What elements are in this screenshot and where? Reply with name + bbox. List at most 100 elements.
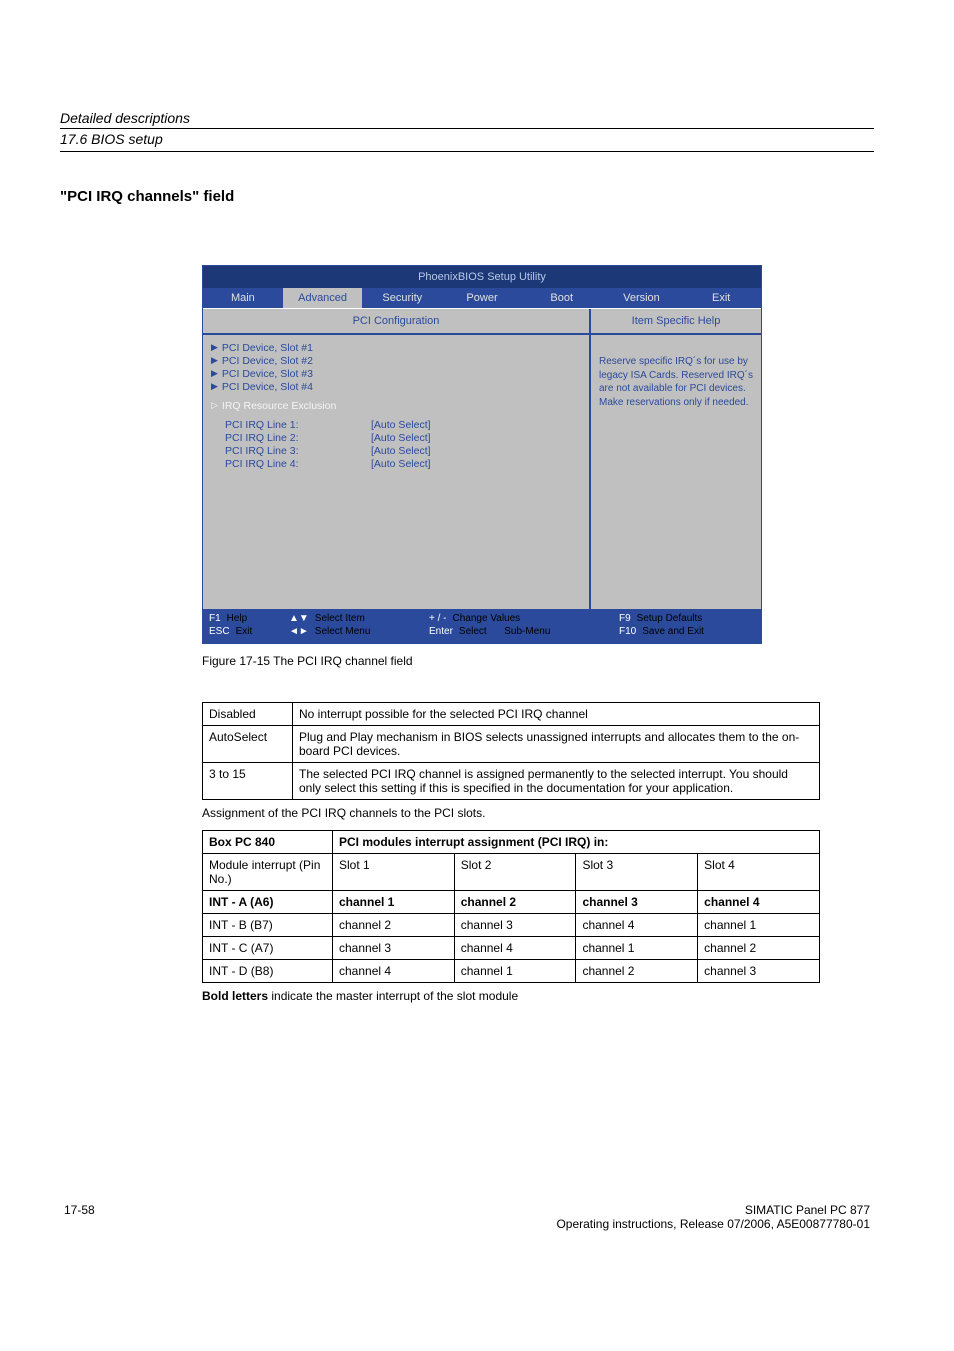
bios-item-slot2[interactable]: ▶PCI Device, Slot #2	[211, 354, 581, 367]
ft-label: Exit	[236, 626, 253, 637]
footer-product: SIMATIC Panel PC 877	[556, 1203, 870, 1217]
bios-left-pane: PCI Configuration ▶ PCI Device, Slot #1 ▶…	[203, 309, 591, 609]
post-note-bold: Bold letters	[202, 989, 268, 1003]
irq-value: [Auto Select]	[371, 445, 431, 457]
ft-key: ESC	[209, 626, 230, 637]
table-cell: Slot 2	[454, 854, 576, 891]
irq-key: PCI IRQ Line 1:	[211, 419, 371, 431]
tab-version[interactable]: Version	[602, 288, 682, 308]
ft-label: Save and Exit	[642, 626, 704, 637]
bios-item-label: PCI Device, Slot #1	[222, 342, 313, 354]
ft-key: + / -	[429, 613, 447, 624]
table-cell: INT - C (A7)	[203, 937, 333, 960]
footer-docinfo: Operating instructions, Release 07/2006,…	[556, 1217, 870, 1231]
figure-caption: Figure 17-15 The PCI IRQ channel field	[202, 654, 874, 668]
table-cell: channel 3	[333, 937, 455, 960]
between-text: Assignment of the PCI IRQ channels to th…	[202, 806, 874, 820]
table-cell: channel 4	[454, 937, 576, 960]
ft-label: Change Values	[453, 613, 521, 624]
table-cell: channel 1	[454, 960, 576, 983]
table-header-cell: PCI modules interrupt assignment (PCI IR…	[333, 831, 820, 854]
irq-value: [Auto Select]	[371, 432, 431, 444]
irq-value: [Auto Select]	[371, 458, 431, 470]
tab-advanced[interactable]: Advanced	[283, 288, 363, 308]
table-row: Disabled No interrupt possible for the s…	[203, 703, 820, 726]
tab-exit[interactable]: Exit	[681, 288, 761, 308]
table-row: Box PC 840 PCI modules interrupt assignm…	[203, 831, 820, 854]
arrows-updown-icon: ▲▼	[289, 613, 309, 624]
page-header: Detailed descriptions 17.6 BIOS setup	[60, 110, 874, 152]
table-row: INT - C (A7) channel 3 channel 4 channel…	[203, 937, 820, 960]
bios-item-slot1[interactable]: ▶ PCI Device, Slot #1	[211, 341, 581, 354]
triangle-icon: ▷	[211, 400, 218, 411]
table-cell: The selected PCI IRQ channel is assigned…	[293, 763, 820, 800]
bios-item-label: PCI Device, Slot #2	[222, 355, 313, 367]
table-row: INT - A (A6) channel 1 channel 2 channel…	[203, 891, 820, 914]
ft-label: Select Menu	[315, 626, 371, 637]
bios-item-label: IRQ Resource Exclusion	[222, 400, 336, 412]
section-title: "PCI IRQ channels" field	[60, 188, 874, 205]
table-cell: channel 1	[698, 914, 820, 937]
table-row: AutoSelect Plug and Play mechanism in BI…	[203, 726, 820, 763]
header-line-2: 17.6 BIOS setup	[60, 129, 874, 149]
table-cell: channel 2	[333, 914, 455, 937]
bios-help-text: Reserve specific IRQ´s for use by legacy…	[591, 335, 761, 419]
ft-label: Help	[227, 613, 248, 624]
table-cell: INT - A (A6)	[203, 891, 333, 914]
arrows-leftright-icon: ◄►	[289, 626, 309, 637]
table-row: 3 to 15 The selected PCI IRQ channel is …	[203, 763, 820, 800]
tab-boot[interactable]: Boot	[522, 288, 602, 308]
table-row: INT - D (B8) channel 4 channel 1 channel…	[203, 960, 820, 983]
tab-main[interactable]: Main	[203, 288, 283, 308]
table-cell: channel 3	[698, 960, 820, 983]
irq-key: PCI IRQ Line 4:	[211, 458, 371, 470]
table-row: Module interrupt (Pin No.) Slot 1 Slot 2…	[203, 854, 820, 891]
table-cell: AutoSelect	[203, 726, 293, 763]
irq-key: PCI IRQ Line 2:	[211, 432, 371, 444]
table-cell: channel 2	[576, 960, 698, 983]
table-cell: Slot 3	[576, 854, 698, 891]
irq-key: PCI IRQ Line 3:	[211, 445, 371, 457]
bios-item-slot4[interactable]: ▶ PCI Device, Slot #4	[211, 380, 581, 393]
page-footer: 17-58 SIMATIC Panel PC 877 Operating ins…	[60, 1203, 874, 1231]
bios-irq-line-3[interactable]: PCI IRQ Line 3:[Auto Select]	[211, 444, 581, 457]
bios-title: PhoenixBIOS Setup Utility	[203, 266, 761, 288]
tab-security[interactable]: Security	[362, 288, 442, 308]
bios-left-title: PCI Configuration	[203, 309, 589, 333]
table-cell: INT - D (B8)	[203, 960, 333, 983]
bios-panel: PhoenixBIOS Setup Utility Main Advanced …	[202, 265, 762, 644]
triangle-icon: ▶	[211, 342, 218, 353]
triangle-icon: ▶	[211, 381, 218, 392]
table-cell: channel 2	[454, 891, 576, 914]
footer-page-number: 17-58	[64, 1203, 95, 1231]
header-line-1: Detailed descriptions	[60, 110, 874, 129]
tab-power[interactable]: Power	[442, 288, 522, 308]
table-cell: channel 2	[698, 937, 820, 960]
bios-irq-line-2[interactable]: PCI IRQ Line 2:[Auto Select]	[211, 431, 581, 444]
irq-value: [Auto Select]	[371, 419, 431, 431]
table-cell: channel 4	[333, 960, 455, 983]
table-header-cell: Box PC 840	[203, 831, 333, 854]
triangle-icon: ▶	[211, 368, 218, 379]
post-note-rest: indicate the master interrupt of the slo…	[268, 989, 518, 1003]
bios-item-label: PCI Device, Slot #3	[222, 368, 313, 380]
bios-irq-line-1[interactable]: PCI IRQ Line 1:[Auto Select]	[211, 418, 581, 431]
bios-footer: F1Help ESCExit ▲▼Select Item ◄►Select Me…	[203, 609, 761, 643]
table-cell: Slot 4	[698, 854, 820, 891]
bios-item-label: PCI Device, Slot #4	[222, 381, 313, 393]
bios-item-slot3[interactable]: ▶ PCI Device, Slot #3	[211, 367, 581, 380]
bios-item-irq-exclusion[interactable]: ▷ IRQ Resource Exclusion	[211, 399, 581, 412]
ft-label: Sub-Menu	[504, 626, 550, 637]
table-cell: 3 to 15	[203, 763, 293, 800]
post-note: Bold letters indicate the master interru…	[202, 989, 874, 1003]
table-cell: Module interrupt (Pin No.)	[203, 854, 333, 891]
table-cell: INT - B (B7)	[203, 914, 333, 937]
table-cell: Plug and Play mechanism in BIOS selects …	[293, 726, 820, 763]
bios-irq-line-4[interactable]: PCI IRQ Line 4:[Auto Select]	[211, 457, 581, 470]
ft-key: F1	[209, 613, 221, 624]
table-cell: Slot 1	[333, 854, 455, 891]
table-cell: Disabled	[203, 703, 293, 726]
ft-key: Enter	[429, 626, 453, 637]
ft-label: Select	[459, 626, 487, 637]
table-irq-options: Disabled No interrupt possible for the s…	[202, 702, 820, 800]
